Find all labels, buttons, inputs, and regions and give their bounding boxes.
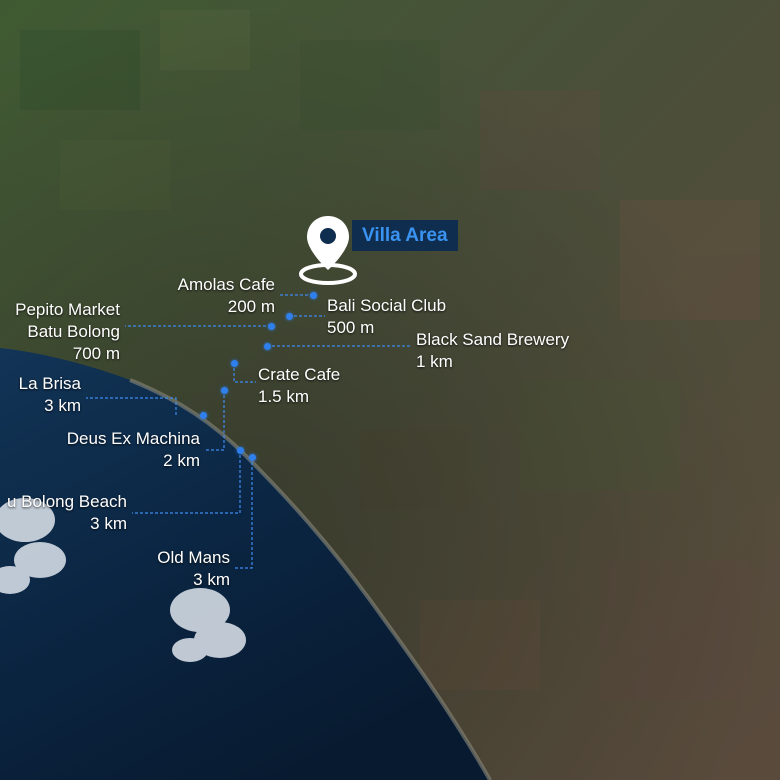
place-distance: 2 km (163, 451, 200, 470)
marker-black-sand-brewery[interactable] (263, 342, 271, 350)
villa-area-label: Villa Area (352, 220, 458, 251)
marker-old-mans[interactable] (248, 453, 256, 461)
place-label-batu-bolong-beach[interactable]: u Bolong Beach 3 km (7, 491, 127, 535)
place-distance: 200 m (227, 297, 275, 316)
place-name: Amolas Cafe (177, 275, 275, 294)
map-view[interactable]: Villa Area Amolas Cafe 200 m Bali Social… (0, 0, 780, 780)
place-name: La Brisa (18, 374, 81, 393)
place-label-pepito-market[interactable]: Pepito Market Batu Bolong 700 m (15, 299, 120, 365)
marker-amolas-cafe[interactable] (309, 291, 317, 299)
place-label-deus-ex-machina[interactable]: Deus Ex Machina 2 km (67, 428, 200, 472)
place-name: u Bolong Beach (6, 492, 127, 511)
place-distance: 1 km (416, 352, 453, 371)
marker-la-brisa[interactable] (199, 411, 207, 419)
place-label-black-sand-brewery[interactable]: Black Sand Brewery 1 km (416, 329, 569, 373)
place-name: Black Sand Brewery (416, 330, 570, 349)
marker-deus-ex-machina[interactable] (220, 386, 228, 394)
place-label-crate-cafe[interactable]: Crate Cafe 1.5 km (258, 364, 340, 408)
satellite-background (0, 0, 780, 780)
place-label-old-mans[interactable]: Old Mans 3 km (157, 547, 230, 591)
place-distance: 3 km (193, 570, 230, 589)
place-label-la-brisa[interactable]: La Brisa 3 km (19, 373, 81, 417)
marker-crate-cafe[interactable] (230, 359, 238, 367)
place-name: Old Mans (157, 548, 230, 567)
marker-bali-social-club[interactable] (285, 312, 293, 320)
place-distance: 700 m (72, 344, 120, 363)
marker-batu-bolong-beach[interactable] (236, 446, 244, 454)
place-name-line2: Batu Bolong (27, 322, 120, 341)
place-name: Pepito Market (15, 300, 120, 319)
place-name: Deus Ex Machina (66, 429, 200, 448)
place-distance: 3 km (90, 514, 127, 533)
place-distance: 3 km (44, 396, 81, 415)
place-distance: 1.5 km (258, 387, 310, 406)
place-name: Crate Cafe (258, 365, 341, 384)
marker-pepito-market[interactable] (267, 322, 275, 330)
place-label-amolas-cafe[interactable]: Amolas Cafe 200 m (178, 274, 275, 318)
place-name: Bali Social Club (327, 296, 447, 315)
